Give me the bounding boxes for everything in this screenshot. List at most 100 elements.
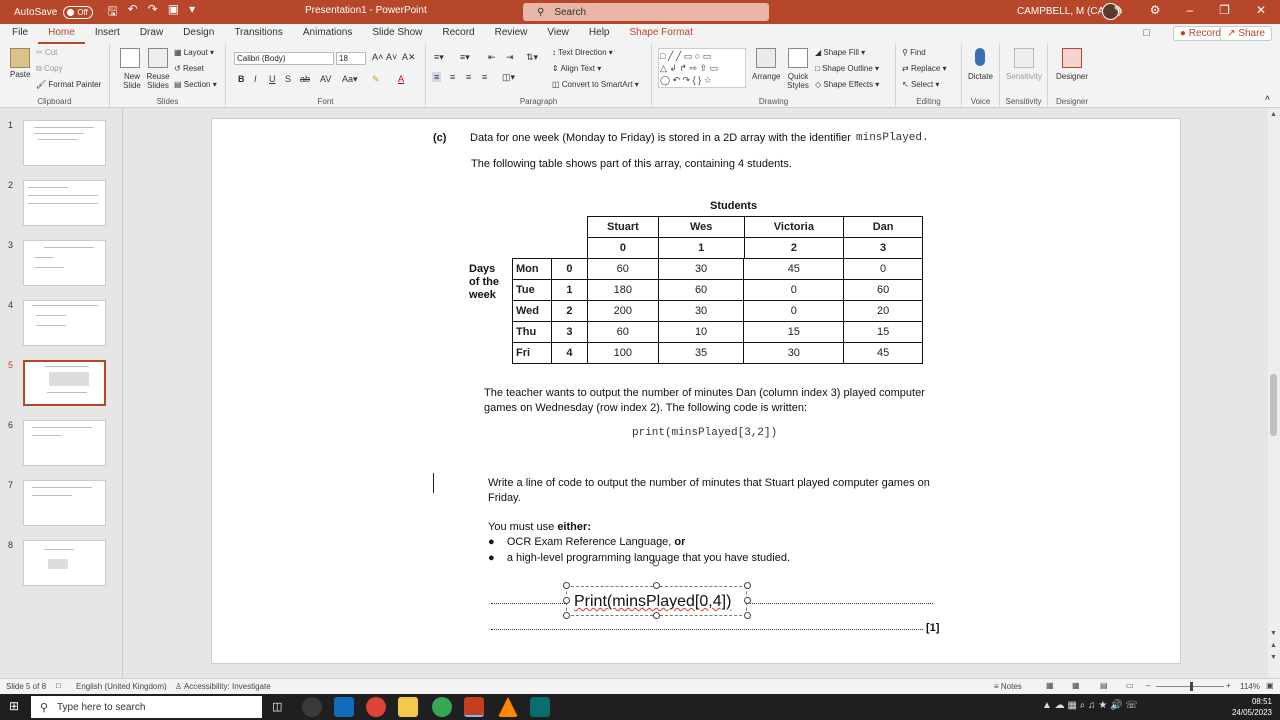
slide-sorter-icon[interactable]: ▦ [1072,681,1080,690]
resize-handle[interactable] [653,612,660,619]
restore-icon[interactable]: ❐ [1219,3,1230,17]
clear-format-icon[interactable]: A✕ [402,52,416,63]
chrome-profile-icon[interactable] [432,697,452,717]
dictate-button[interactable]: Dictate [968,72,993,81]
thumbnail-8[interactable]: 8 [0,538,122,586]
thumbnail-6[interactable]: 6 [0,418,122,466]
paste-icon[interactable] [10,48,30,68]
minimize-icon[interactable]: – [1186,3,1193,17]
present-icon[interactable]: ▣ [168,2,179,23]
powerpoint-icon[interactable] [464,697,484,717]
pen-icon[interactable]: ✎ [1114,3,1124,17]
tab-draw[interactable]: Draw [130,24,173,44]
slideshow-view-icon[interactable]: ▭ [1126,681,1134,690]
tab-review[interactable]: Review [485,24,538,44]
thumbnail-2[interactable]: 2 [0,178,122,226]
justify-icon[interactable]: ≡ [482,72,487,82]
scroll-up-icon[interactable]: ▲ [1270,111,1277,118]
notes-button[interactable]: ≡ Notes [994,682,1022,691]
shapes-gallery[interactable]: □ ╱ ╱ ▭ ○ ▭ △ ↲ ↱ ⇨ ⇧ ▭ ◯ ↶ ↷ { } ☆ [658,48,746,88]
vertical-scrollbar[interactable]: ▲ ▼ ▲ ▼ [1268,108,1280,678]
strikethrough-icon[interactable]: ab [300,74,310,84]
settings-icon[interactable]: ⚙ [1150,3,1161,17]
layout-button[interactable]: ▦ Layout ▾ [174,48,214,57]
next-slide-icon[interactable]: ▼ [1270,654,1277,661]
thumbnail-5[interactable]: 5 [0,358,122,406]
redo-icon[interactable]: ↷ [148,2,158,23]
increase-indent-icon[interactable]: ⇥ [506,52,514,63]
font-family-select[interactable]: Calibri (Body) [234,52,334,65]
app-icon[interactable] [302,697,322,717]
windows-start-icon[interactable]: ⊞ [9,699,19,713]
align-left-icon[interactable]: ≡ [432,72,442,82]
scrollbar-thumb[interactable] [1270,374,1277,436]
language-status[interactable]: English (United Kingdom) [76,682,167,691]
clock[interactable]: 08:51 24/05/2023 [1232,696,1272,718]
vlc-icon[interactable] [498,697,518,717]
change-case-icon[interactable]: Aa▾ [342,74,358,85]
resize-handle[interactable] [653,582,660,589]
sensitivity-button[interactable]: Sensitivity [1006,72,1042,81]
new-slide-button[interactable]: New Slide [120,72,144,90]
select-button[interactable]: ↖ Select ▾ [902,80,939,89]
align-center-icon[interactable]: ≡ [450,72,455,82]
resize-handle[interactable] [744,582,751,589]
spellcheck-icon[interactable]: □ [56,681,61,690]
arrange-icon[interactable] [756,48,776,68]
copy-button[interactable]: ⧉ Copy [36,64,63,74]
taskbar-search[interactable]: ⚲ Type here to search [31,696,262,718]
numbering-icon[interactable]: ≡▾ [460,52,470,63]
file-explorer-icon[interactable] [398,697,418,717]
highlight-icon[interactable]: ✎ [372,74,380,85]
undo-icon[interactable]: ↶ [128,2,138,23]
zoom-level[interactable]: 114% [1240,682,1260,691]
outlook-icon[interactable] [334,697,354,717]
designer-icon[interactable] [1062,48,1082,68]
microphone-icon[interactable] [975,48,985,66]
thumbnail-7[interactable]: 7 [0,478,122,526]
tab-view[interactable]: View [537,24,579,44]
tab-help[interactable]: Help [579,24,620,44]
line-spacing-icon[interactable]: ⇅▾ [526,52,538,63]
find-button[interactable]: ⚲ Find [902,48,926,57]
increase-font-icon[interactable]: A˄ [372,52,383,62]
thumbnail-1[interactable]: 1 [0,118,122,166]
task-view-icon[interactable]: ◫ [272,700,282,713]
char-spacing-icon[interactable]: AV [320,74,331,84]
resize-handle[interactable] [744,612,751,619]
font-size-select[interactable]: 18 [336,52,366,65]
reading-view-icon[interactable]: ▤ [1100,681,1108,690]
underline-icon[interactable]: U [269,74,276,84]
resize-handle[interactable] [563,612,570,619]
tab-insert[interactable]: Insert [85,24,130,44]
decrease-indent-icon[interactable]: ⇤ [488,52,496,63]
resize-handle[interactable] [563,597,570,604]
new-slide-icon[interactable] [120,48,140,68]
shadow-icon[interactable]: S [285,74,291,84]
thumbnail-4[interactable]: 4 [0,298,122,346]
search-box[interactable]: ⚲ Search [523,3,769,21]
arrange-button[interactable]: Arrange [752,72,780,81]
tab-design[interactable]: Design [173,24,224,44]
zoom-in-icon[interactable]: + [1226,681,1231,690]
rotate-handle-icon[interactable]: ↻ [651,557,660,570]
close-icon[interactable]: ✕ [1256,3,1266,17]
tab-animations[interactable]: Animations [293,24,362,44]
tab-shape-format[interactable]: Shape Format [619,24,702,44]
comments-icon[interactable]: □ [1143,27,1150,39]
scroll-down-icon[interactable]: ▼ [1270,630,1277,637]
text-direction-button[interactable]: ↕ Text Direction ▾ [552,48,613,57]
autosave-toggle[interactable]: Off [63,5,94,19]
app-icon[interactable] [530,697,550,717]
chrome-icon[interactable] [366,697,386,717]
shape-outline-button[interactable]: □ Shape Outline ▾ [815,64,879,73]
font-color-icon[interactable]: A [398,74,404,84]
customize-qat-icon[interactable]: ▾ [189,2,195,23]
prev-slide-icon[interactable]: ▲ [1270,642,1277,649]
save-icon[interactable]: 🖫 [107,2,117,23]
accessibility-status[interactable]: ♙ Accessibility: Investigate [175,682,271,691]
decrease-font-icon[interactable]: A˅ [386,52,397,62]
answer-text[interactable]: Print(minsPlayed[0,4]) [574,593,731,610]
align-right-icon[interactable]: ≡ [466,72,471,82]
shape-effects-button[interactable]: ◇ Shape Effects ▾ [815,80,879,89]
